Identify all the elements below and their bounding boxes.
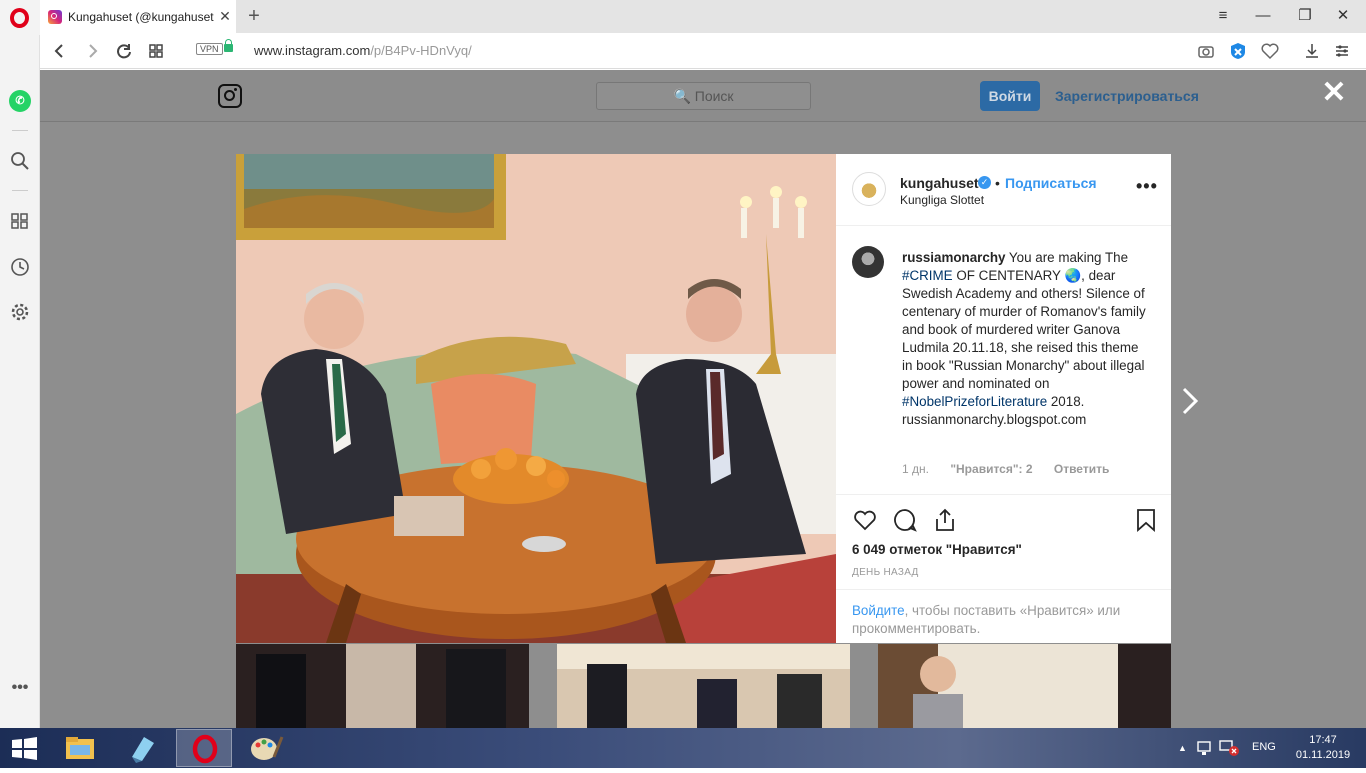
lock-icon[interactable] [224, 39, 233, 52]
post-timestamp[interactable]: ДЕНЬ НАЗАД [852, 567, 919, 578]
more-options-icon[interactable]: ••• [1136, 176, 1158, 197]
tab-menu-icon[interactable]: ≡ [1208, 4, 1238, 28]
window-close-button[interactable]: ✕ [1328, 4, 1358, 28]
commenter-username[interactable]: russiamonarchy [902, 250, 1005, 265]
tray-overflow-icon[interactable]: ▲ [1178, 743, 1187, 753]
tab-close-icon[interactable]: ✕ [214, 8, 236, 25]
comment-likes[interactable]: "Нравится": 2 [950, 462, 1032, 476]
comment-text: russiamonarchy You are making The #CRIME… [902, 250, 1146, 427]
instagram-header: 🔍 Поиск Войти Зарегистрироваться [40, 70, 1366, 122]
restore-button[interactable]: ❐ [1290, 4, 1320, 28]
speed-dial-icon[interactable] [144, 39, 168, 63]
related-post-thumbnail[interactable] [557, 644, 850, 728]
post-actions: 6 049 отметок "Нравится" ДЕНЬ НАЗАД Войд… [836, 494, 1171, 643]
opera-sidebar: ✆ ••• [0, 35, 40, 728]
instagram-logo-icon[interactable] [218, 84, 242, 108]
easy-setup-icon[interactable] [1330, 39, 1354, 63]
comment-bubble-icon[interactable] [892, 507, 918, 533]
signup-link[interactable]: Зарегистрироваться [1055, 88, 1199, 104]
vpn-badge[interactable]: VPN [196, 43, 223, 55]
back-icon[interactable] [48, 39, 72, 63]
login-prompt-link[interactable]: Войдите [852, 603, 905, 618]
login-button[interactable]: Войти [980, 81, 1040, 111]
tab-strip: Kungahuset (@kungahuset ✕ + ≡ — ❐ ✕ [40, 0, 1366, 33]
history-clock-icon[interactable] [9, 256, 31, 278]
forward-icon[interactable] [80, 39, 104, 63]
notes-app-icon[interactable] [114, 729, 170, 767]
comment-age: 1 дн. [902, 462, 929, 476]
opera-logo-icon [10, 8, 29, 28]
commenter-avatar[interactable] [852, 246, 884, 278]
opera-taskbar-icon[interactable] [176, 729, 232, 767]
opera-menu-button[interactable] [0, 0, 40, 35]
settings-gear-icon[interactable] [9, 301, 31, 323]
windows-taskbar: ▲ ENG 17:47 01.11.2019 [0, 728, 1366, 768]
post-photo[interactable] [236, 154, 836, 643]
post-details-panel: kungahuset ✓ • Подписаться Kungliga Slot… [836, 154, 1171, 643]
heart-bookmark-icon[interactable] [1258, 39, 1282, 63]
sidebar-divider [12, 130, 28, 131]
tray-device-icon[interactable] [1196, 738, 1214, 758]
language-indicator[interactable]: ENG [1252, 741, 1276, 753]
related-post-thumbnail[interactable] [878, 644, 1171, 728]
sidebar-more-icon[interactable]: ••• [9, 677, 31, 699]
hashtag-link[interactable]: #CRIME [902, 268, 953, 283]
tab-instagram[interactable]: Kungahuset (@kungahuset ✕ [40, 0, 236, 33]
related-post-thumbnail[interactable] [236, 644, 529, 728]
verified-badge-icon: ✓ [978, 176, 991, 189]
snapshot-icon[interactable] [1194, 39, 1218, 63]
hashtag-link[interactable]: #NobelPrizeforLiterature [902, 394, 1047, 409]
follow-button[interactable]: Подписаться [1005, 175, 1097, 191]
windows-start-icon[interactable] [0, 729, 50, 767]
instagram-page-overlay: 🔍 Поиск Войти Зарегистрироваться ✕ kunga… [40, 70, 1366, 728]
file-explorer-icon[interactable] [52, 729, 108, 767]
search-input[interactable]: 🔍 Поиск [596, 82, 811, 110]
minimize-button[interactable]: — [1248, 4, 1278, 28]
comment-item: russiamonarchy You are making The #CRIME… [836, 227, 1171, 494]
new-tab-button[interactable]: + [242, 4, 266, 28]
comment-reply-button[interactable]: Ответить [1054, 462, 1109, 476]
next-post-chevron-icon[interactable] [1180, 385, 1200, 425]
search-icon[interactable] [9, 150, 31, 172]
post-header: kungahuset ✓ • Подписаться Kungliga Slot… [836, 154, 1171, 226]
speed-dial-sidebar-icon[interactable] [9, 210, 31, 232]
sidebar-divider [12, 190, 28, 191]
paint-app-icon[interactable] [238, 729, 294, 767]
download-icon[interactable] [1300, 39, 1324, 63]
login-prompt: Войдите, чтобы поставить «Нравится» или … [836, 589, 1171, 644]
like-heart-icon[interactable] [852, 507, 878, 533]
author-username[interactable]: kungahuset [900, 175, 979, 191]
adblock-icon[interactable] [1226, 39, 1250, 63]
address-bar: VPN www.instagram.com/p/B4Pv-HDnVyq/ [40, 33, 1366, 69]
network-disconnected-icon[interactable] [1218, 738, 1242, 758]
bookmark-icon[interactable] [1133, 507, 1159, 533]
separator-dot: • [995, 175, 1000, 191]
reload-icon[interactable] [112, 39, 136, 63]
taskbar-clock[interactable]: 17:47 01.11.2019 [1290, 733, 1356, 763]
comment-meta: 1 дн. "Нравится": 2 Ответить [902, 462, 1127, 476]
url-field[interactable]: www.instagram.com/p/B4Pv-HDnVyq/ [254, 43, 472, 58]
share-icon[interactable] [932, 507, 958, 533]
whatsapp-icon[interactable]: ✆ [9, 90, 31, 112]
author-avatar[interactable] [852, 172, 886, 206]
tab-title: Kungahuset (@kungahuset [68, 9, 214, 24]
instagram-favicon-icon [48, 9, 62, 24]
likes-count[interactable]: 6 049 отметок "Нравится" [852, 542, 1022, 557]
modal-close-icon[interactable]: ✕ [1320, 78, 1348, 108]
post-location[interactable]: Kungliga Slottet [900, 193, 984, 207]
